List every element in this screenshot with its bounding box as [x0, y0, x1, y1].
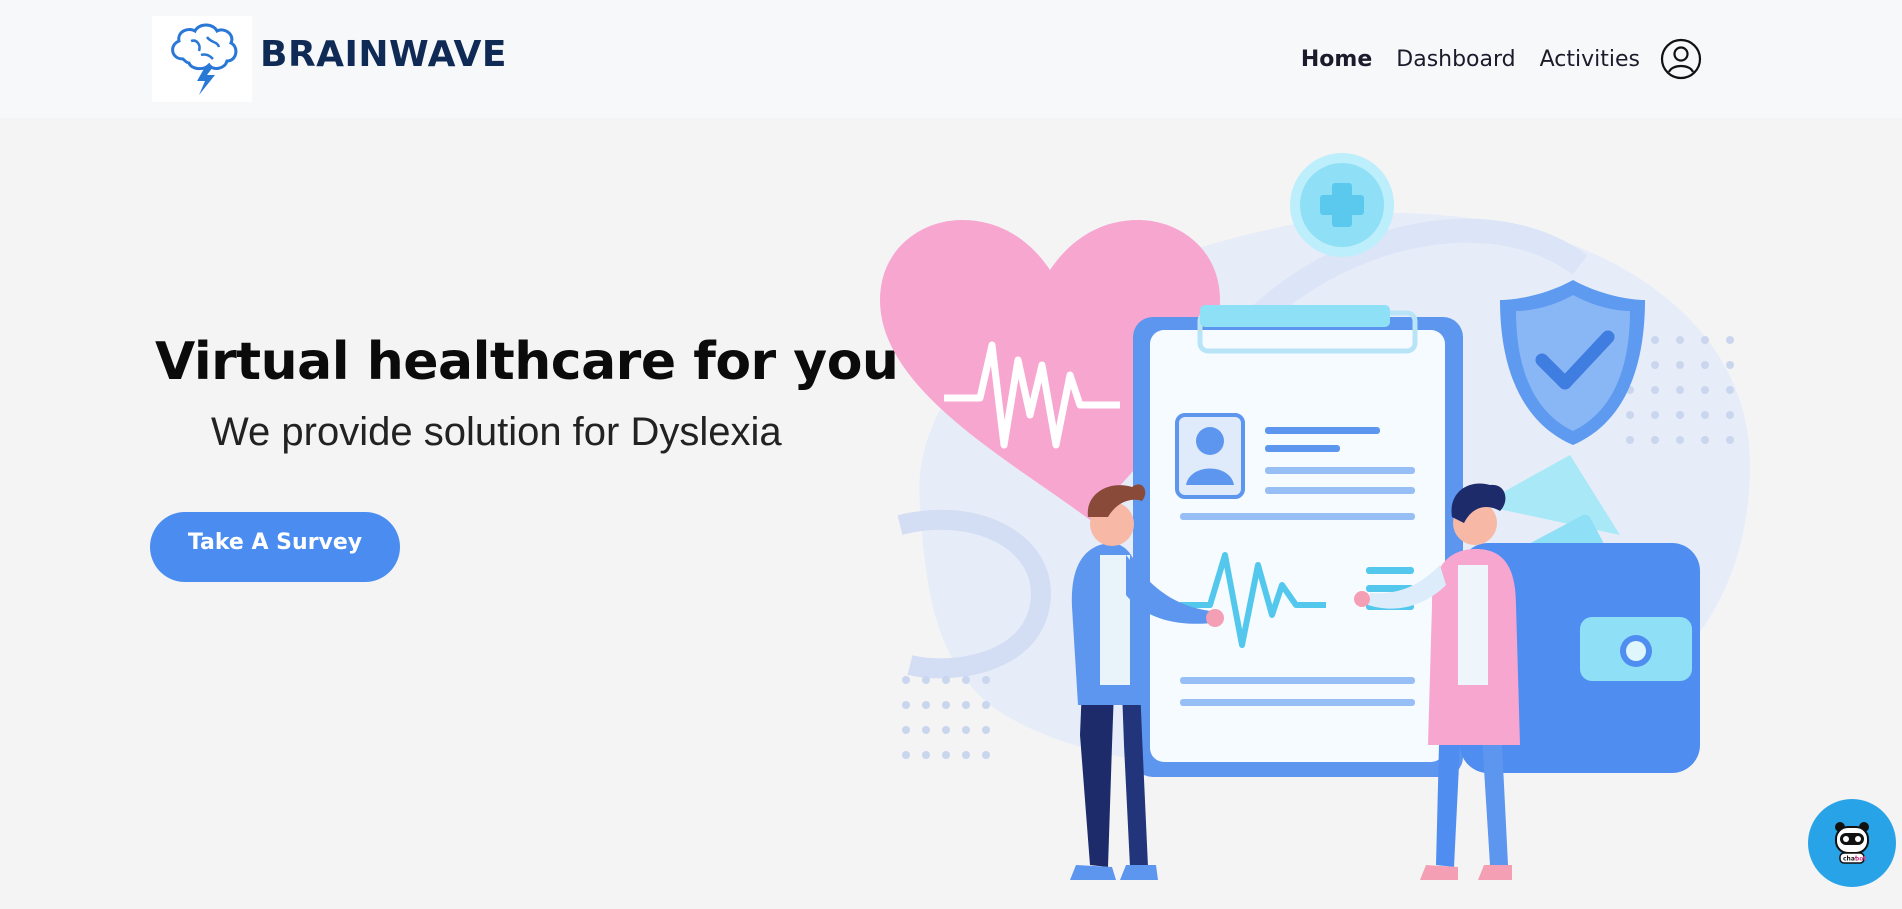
hero-title: Virtual healthcare for you — [155, 332, 899, 392]
plus-circle-icon — [1290, 153, 1394, 257]
logo[interactable] — [152, 16, 252, 102]
chatbot-label-bot: bot — [1855, 856, 1866, 863]
main-nav: Home Dashboard Activities — [1301, 38, 1702, 80]
robot-icon: chat bot — [1835, 822, 1869, 864]
take-survey-button[interactable]: Take A Survey — [150, 512, 400, 582]
clipboard-document — [1133, 305, 1463, 777]
brand-name: BRAINWAVE — [260, 34, 508, 75]
hero-subtitle: We provide solution for Dyslexia — [211, 410, 782, 454]
healthcare-illustration — [880, 153, 1750, 880]
chatbot-button[interactable]: chat bot — [1808, 799, 1896, 887]
nav-activities[interactable]: Activities — [1540, 47, 1640, 72]
nav-home[interactable]: Home — [1301, 47, 1372, 72]
navbar: BRAINWAVE Home Dashboard Activities — [0, 0, 1902, 118]
brain-lightning-icon — [171, 23, 238, 95]
user-circle-icon[interactable] — [1660, 38, 1702, 80]
nav-dashboard[interactable]: Dashboard — [1396, 47, 1515, 72]
